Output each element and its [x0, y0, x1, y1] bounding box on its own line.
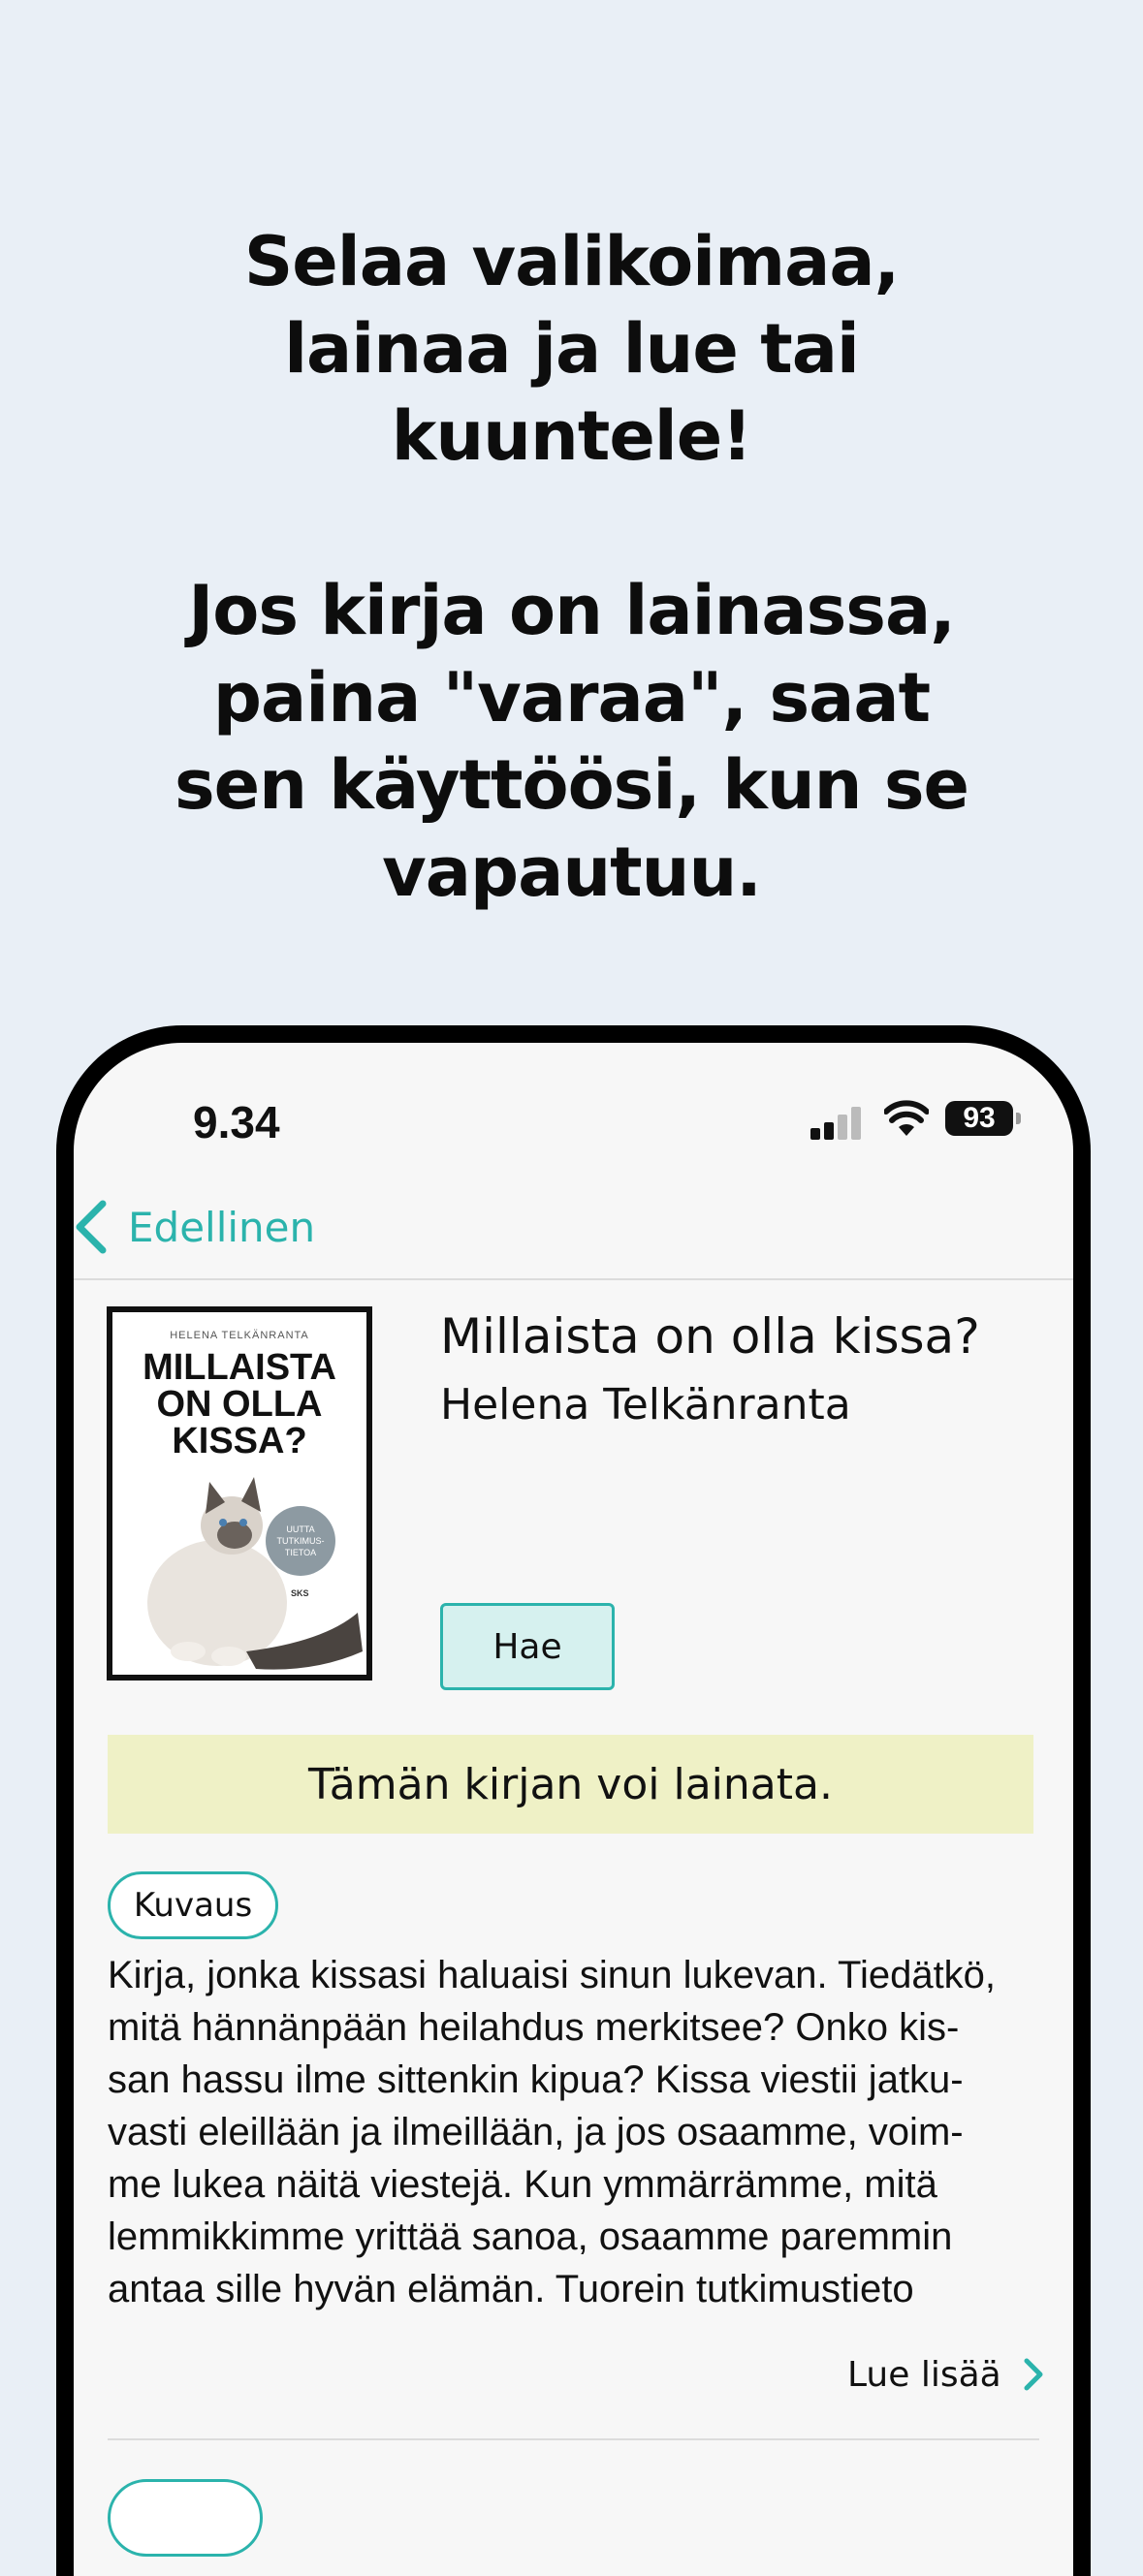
description-line: mitä hännänpään heilahdus merkitsee? Onk… — [108, 2006, 960, 2049]
promo-line: kuuntele! — [391, 396, 752, 476]
promo-line: sen käyttöösi, kun se — [174, 745, 969, 825]
promo-line: vapautuu. — [382, 832, 762, 912]
cover-title: MILLAISTA ON OLLA KISSA? — [112, 1349, 366, 1460]
availability-banner: Tämän kirjan voi lainata. — [108, 1735, 1033, 1834]
borrow-button[interactable]: Hae — [440, 1603, 615, 1690]
promo-line: lainaa ja lue tai — [284, 309, 860, 389]
description-line: antaa sille hyvän elämän. Tuorein tutkim… — [108, 2268, 914, 2310]
cover-title-line: KISSA? — [172, 1421, 307, 1461]
cover-publisher: SKS — [291, 1588, 309, 1598]
section-divider — [108, 2438, 1039, 2440]
description-line: Kirja, jonka kissasi haluaisi sinun luke… — [108, 1954, 997, 1996]
phone-screen: 9.34 93 Edellinen HELENA TELKÄNRANTA MIL… — [74, 1043, 1073, 2576]
cover-title-line: ON OLLA — [156, 1384, 323, 1425]
cellular-signal-icon — [810, 1107, 869, 1140]
promo-headline: Selaa valikoimaa, lainaa ja lue tai kuun… — [0, 218, 1143, 916]
description-chip: Kuvaus — [108, 1871, 278, 1939]
back-button[interactable]: Edellinen — [74, 1188, 315, 1266]
promo-line: paina "varaa", saat — [212, 658, 931, 738]
book-author: Helena Telkänranta — [440, 1380, 851, 1429]
wifi-icon — [884, 1100, 929, 1136]
description-line: me lukea näitä viestejä. Kun ymmärrämme,… — [108, 2163, 937, 2206]
nav-divider — [74, 1278, 1073, 1280]
battery-icon: 93 — [945, 1101, 1013, 1136]
description-text: Kirja, jonka kissasi haluaisi sinun luke… — [108, 1949, 1038, 2315]
cover-author: HELENA TELKÄNRANTA — [170, 1330, 309, 1341]
book-cover: HELENA TELKÄNRANTA MILLAISTA ON OLLA KIS… — [107, 1306, 372, 1681]
read-more-label: Lue lisää — [847, 2354, 1001, 2395]
description-line: san hassu ilme sittenkin kipua? Kissa vi… — [108, 2058, 964, 2101]
back-label: Edellinen — [128, 1203, 316, 1251]
description-line: vasti eleillään ja ilmeillään, ja jos os… — [108, 2111, 964, 2153]
chevron-right-icon — [1024, 2358, 1043, 2391]
promo-line: Selaa valikoimaa, — [243, 222, 900, 301]
cat-illustration — [147, 1477, 363, 1670]
promo-line: Jos kirja on lainassa, — [188, 571, 956, 650]
cover-title-line: MILLAISTA — [143, 1347, 336, 1388]
status-time: 9.34 — [193, 1097, 280, 1147]
cover-seal: UUTTA TUTKIMUS- TIETOA — [266, 1506, 335, 1576]
book-title: Millaista on olla kissa? — [440, 1308, 980, 1365]
description-line: lemmikkimme yrittää sanoa, osaamme parem… — [108, 2215, 953, 2258]
read-more-link[interactable]: Lue lisää — [847, 2345, 1044, 2403]
battery-tip — [1016, 1113, 1021, 1124]
next-section-chip — [108, 2479, 263, 2557]
phone-frame: 9.34 93 Edellinen HELENA TELKÄNRANTA MIL… — [56, 1025, 1091, 2576]
chevron-left-icon — [76, 1200, 107, 1254]
